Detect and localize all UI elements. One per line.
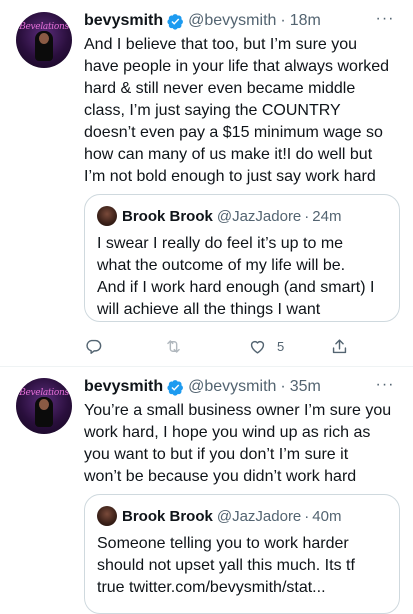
- quoted-text-line: what the outcome of my life will be.: [97, 257, 346, 274]
- quoted-author-name: Brook Brook: [122, 207, 213, 225]
- quoted-text-line: Someone telling you to work harder: [97, 535, 349, 552]
- quoted-tweet-header: Brook Brook @JazJadore · 40m: [97, 505, 341, 527]
- quoted-tweet-header: Brook Brook @JazJadore · 24m: [97, 205, 341, 227]
- tweet-text-line: work hard, I hope you wind up as rich as: [84, 424, 371, 441]
- more-icon[interactable]: ···: [375, 377, 395, 398]
- quoted-author-name: Brook Brook: [122, 507, 213, 525]
- more-icon[interactable]: ···: [375, 11, 395, 32]
- tweet[interactable]: Bevelations bevysmith @bevysmith · 35m ·…: [0, 366, 413, 614]
- reply-button[interactable]: [84, 334, 103, 358]
- separator-dot: ·: [280, 12, 286, 29]
- tweet-text: And I believe that too, but I’m sure you…: [84, 34, 402, 188]
- separator-dot: ·: [304, 507, 310, 525]
- quoted-text-line: will achieve all the things I want: [97, 301, 321, 318]
- avatar[interactable]: Bevelations: [16, 12, 72, 68]
- tweet-text-line: won’t be because you didn’t work hard: [84, 468, 357, 485]
- tweet-text-line: hard & still never even became middle: [84, 80, 356, 97]
- author-name[interactable]: bevysmith: [84, 378, 163, 396]
- avatar-face: [39, 33, 49, 44]
- tweet-text-line: how can many of us make it!I do well but: [84, 146, 373, 163]
- quoted-avatar: [97, 206, 117, 226]
- verified-badge-icon: [167, 13, 184, 30]
- separator-dot: ·: [304, 207, 310, 225]
- tweet-text: You’re a small business owner I’m sure y…: [84, 400, 402, 488]
- tweet-text-line: doesn’t even pay a $15 minimum wage so: [84, 124, 383, 141]
- timestamp[interactable]: 35m: [290, 378, 321, 396]
- retweet-icon: [167, 339, 180, 353]
- tweet-header: bevysmith @bevysmith · 35m: [84, 376, 321, 398]
- quoted-timestamp: 24m: [312, 207, 342, 225]
- quoted-tweet[interactable]: Brook Brook @JazJadore · 24m I swear I r…: [84, 194, 400, 322]
- quoted-author-handle: @JazJadore: [216, 507, 302, 525]
- verified-badge-icon: [167, 379, 184, 396]
- quoted-timestamp: 40m: [312, 507, 342, 525]
- author-handle[interactable]: @bevysmith: [188, 12, 276, 30]
- quoted-avatar: [97, 506, 117, 526]
- quoted-author-handle: @JazJadore: [216, 207, 302, 225]
- retweet-button[interactable]: [164, 334, 183, 358]
- tweet-actions: 5: [84, 334, 384, 358]
- quoted-text-line: true twitter.com/bevysmith/stat...: [97, 579, 326, 596]
- tweet-text-line: have people in your life that always wor…: [84, 58, 390, 75]
- tweet-text-line: you want to but if you don’t I’m sure it: [84, 446, 349, 463]
- reply-icon: [86, 339, 102, 354]
- quoted-text-line: And if I work hard enough (and smart) I: [97, 279, 375, 296]
- tweet-text-line: class, I’m just saying the COUNTRY: [84, 102, 341, 119]
- like-icon: [250, 340, 265, 354]
- tweet-text-line: And I believe that too, but I’m sure you: [84, 36, 358, 53]
- timestamp[interactable]: 18m: [290, 12, 321, 30]
- share-button[interactable]: [330, 334, 349, 358]
- tweet-header: bevysmith @bevysmith · 18m: [84, 10, 321, 32]
- like-count: 5: [277, 338, 285, 354]
- quoted-tweet[interactable]: Brook Brook @JazJadore · 40m Someone tel…: [84, 494, 400, 614]
- quoted-text-line: I swear I really do feel it’s up to me: [97, 235, 344, 252]
- quoted-text-line: should not upset yall this much. Its tf: [97, 557, 355, 574]
- like-button[interactable]: 5: [248, 334, 284, 358]
- tweet-text-line: I’m not bold enough to just say work har…: [84, 168, 376, 185]
- avatar-face: [39, 399, 49, 410]
- separator-dot: ·: [280, 378, 286, 395]
- quoted-tweet-text: Someone telling you to work harder shoul…: [97, 533, 393, 599]
- share-icon: [332, 338, 347, 353]
- quoted-tweet-text: I swear I really do feel it’s up to me w…: [97, 233, 393, 321]
- author-handle[interactable]: @bevysmith: [188, 378, 276, 396]
- tweet[interactable]: Bevelations bevysmith @bevysmith · 18m ·…: [0, 0, 413, 366]
- author-name[interactable]: bevysmith: [84, 12, 163, 30]
- tweet-text-line: You’re a small business owner I’m sure y…: [84, 402, 392, 419]
- avatar[interactable]: Bevelations: [16, 378, 72, 434]
